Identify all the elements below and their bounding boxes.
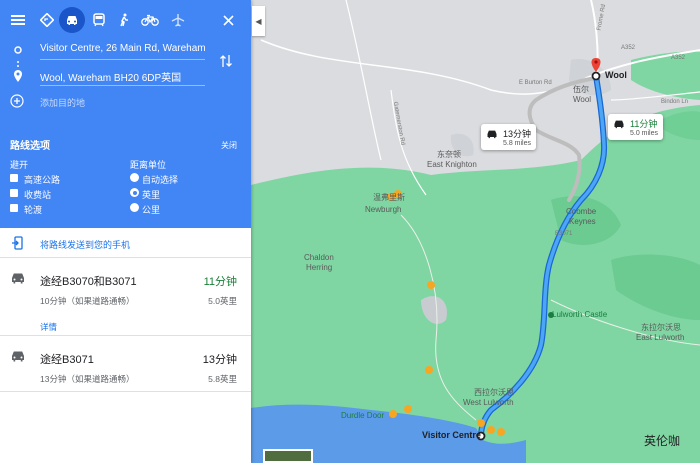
route-option-2[interactable]: 途经B3071 13分钟 13分钟（如果道路通畅） 5.8英里: [0, 336, 251, 392]
map-label-visitor-centre: Visitor Centre: [422, 430, 481, 440]
units-km-label: 公里: [142, 205, 161, 215]
callout-alternative-time: 13分钟: [503, 129, 532, 139]
map-label-wool-zh: 伍尔: [573, 85, 589, 94]
add-destination-field[interactable]: 添加目的地: [40, 96, 85, 109]
origin-circle-icon: [14, 46, 22, 54]
route-callout-primary[interactable]: 11分钟 5.0 miles: [608, 114, 664, 140]
avoid-ferries-label: 轮渡: [24, 205, 43, 215]
car-icon: [12, 273, 24, 284]
directions-panel: Visitor Centre, 26 Main Rd, Wareham BH20…: [0, 0, 251, 463]
units-miles-label: 英里: [142, 190, 161, 200]
route-1-distance: 5.0英里: [208, 296, 237, 306]
send-to-phone-link[interactable]: 将路线发送到您的手机: [40, 238, 130, 251]
close-directions-icon[interactable]: [214, 6, 242, 34]
map-canvas[interactable]: Wool 伍尔 Wool 东奈顿 East Knighton 温弗里斯 Newb…: [251, 0, 700, 463]
send-to-phone-row[interactable]: 将路线发送到您的手机: [0, 228, 251, 258]
map-label-wool-en: Wool: [573, 95, 592, 104]
map-label-herring: Herring: [306, 263, 333, 272]
directions-header: Visitor Centre, 26 Main Rd, Wareham BH20…: [0, 0, 251, 124]
map-label-lulworth-castle: Lulworth Castle: [552, 310, 608, 319]
road-label-b3071: B3071: [555, 231, 573, 237]
map-label-east-knighton-zh: 东奈顿: [437, 150, 461, 159]
map-label-keynes: Keynes: [569, 217, 596, 226]
avoid-ferries-checkbox[interactable]: [10, 204, 18, 212]
avoid-highways-checkbox[interactable]: [10, 174, 18, 182]
watermark: 英伦咖: [644, 434, 681, 448]
route-callout-alternative[interactable]: 13分钟 5.8 miles: [481, 124, 537, 150]
add-destination-icon[interactable]: [10, 94, 24, 111]
avoid-title: 避开: [10, 160, 29, 170]
satellite-layer-thumbnail[interactable]: [263, 449, 313, 463]
bicycle-mode-icon[interactable]: [136, 6, 164, 34]
send-to-phone-icon: [12, 236, 24, 253]
car-mode-icon[interactable]: [59, 7, 85, 33]
destination-pin-icon: [14, 70, 22, 82]
map-label-durdle-door: Durdle Door: [341, 411, 385, 420]
callout-alternative-distance: 5.8 miles: [503, 140, 532, 147]
route-options-close-button[interactable]: 关闭: [221, 140, 237, 151]
car-icon: [614, 120, 624, 129]
route-option-1[interactable]: 途经B3070和B3071 11分钟 10分钟（如果道路通畅） 5.0英里 详情: [0, 258, 251, 336]
connector-dot: [17, 61, 19, 63]
car-icon: [12, 351, 24, 362]
road-label-bindon: Bindon Ln: [661, 99, 689, 105]
origin-underline: [40, 59, 205, 60]
avoid-tolls-label: 收费站: [24, 190, 52, 200]
map-label-winfrith-zh: 温弗里斯: [373, 193, 405, 202]
route-2-title: 途经B3071: [40, 354, 94, 366]
map-label-chaldon: Chaldon: [304, 253, 334, 262]
route-2-time: 13分钟: [202, 354, 237, 366]
transit-mode-icon[interactable]: [85, 6, 113, 34]
route-1-time: 11分钟: [203, 276, 237, 288]
callout-primary-distance: 5.0 miles: [630, 130, 659, 137]
units-auto-radio[interactable]: [130, 173, 139, 182]
destination-row[interactable]: Wool, Wareham BH20 6DP英国: [0, 66, 251, 86]
callout-primary-time: 11分钟: [630, 119, 658, 129]
route-options-title: 路线选项: [10, 141, 50, 152]
travel-mode-bar: [0, 6, 251, 34]
route-1-subtitle: 10分钟（如果道路通畅）: [40, 296, 135, 306]
route-1-details-link[interactable]: 详情: [40, 321, 57, 333]
avoid-highways-label: 高速公路: [24, 175, 61, 185]
collapse-panel-button[interactable]: ◀: [252, 6, 265, 36]
avoid-tolls-checkbox[interactable]: [10, 189, 18, 197]
road-label-a352-east: A352: [671, 55, 686, 61]
destination-field[interactable]: Wool, Wareham BH20 6DP英国: [40, 69, 205, 84]
map-label-coombe: Coombe: [566, 207, 597, 216]
map-label-east-lulworth-zh: 东拉尔沃思: [641, 323, 681, 332]
map-label-east-lulworth-en: East Lulworth: [636, 333, 685, 342]
origin-field[interactable]: Visitor Centre, 26 Main Rd, Wareham BH20…: [40, 43, 205, 54]
destination-underline: [40, 85, 205, 86]
origin-row[interactable]: Visitor Centre, 26 Main Rd, Wareham BH20…: [0, 40, 251, 60]
map-label-wool: Wool: [605, 70, 627, 80]
best-mode-icon[interactable]: [33, 6, 61, 34]
route-2-distance: 5.8英里: [208, 374, 237, 384]
route-options: 路线选项 关闭 避开 距离单位 高速公路 收费站 轮渡 自动选择 英里 公里: [0, 124, 251, 228]
units-km-radio[interactable]: [130, 203, 139, 212]
road-label-burton: E Burton Rd: [519, 80, 552, 86]
map-label-east-knighton-en: East Knighton: [427, 160, 477, 169]
menu-icon[interactable]: [4, 6, 32, 34]
walk-mode-icon[interactable]: [110, 6, 138, 34]
flight-mode-icon[interactable]: [164, 6, 192, 34]
swap-waypoints-icon[interactable]: [219, 53, 233, 72]
units-miles-radio[interactable]: [130, 188, 139, 197]
car-icon: [487, 130, 497, 139]
map-label-west-lulworth-zh: 西拉尔沃思: [474, 388, 514, 397]
map-label-winfrith-en: Newburgh: [365, 205, 402, 214]
road-label-a352: A352: [621, 45, 636, 51]
route-1-title: 途经B3070和B3071: [40, 276, 137, 288]
route-2-subtitle: 13分钟（如果道路通畅）: [40, 374, 135, 384]
units-title: 距离单位: [130, 160, 167, 170]
map-label-west-lulworth-en: West Lulworth: [463, 398, 514, 407]
units-auto-label: 自动选择: [142, 175, 179, 185]
